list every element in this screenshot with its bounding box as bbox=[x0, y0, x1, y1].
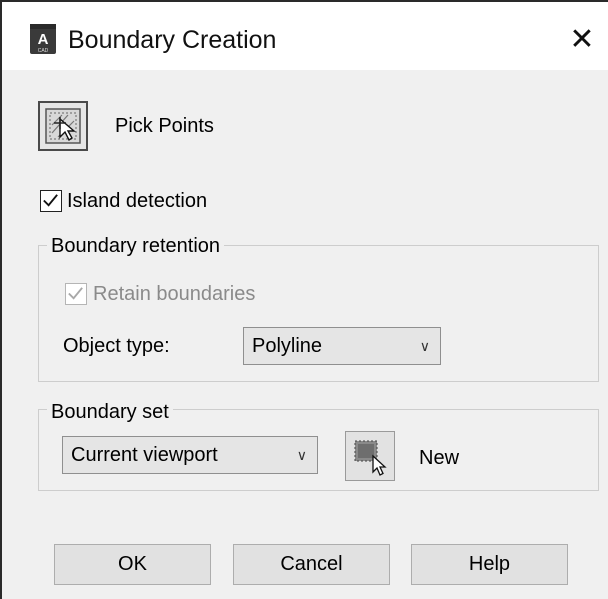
close-icon[interactable]: ✕ bbox=[569, 23, 594, 56]
close-button[interactable]: ✕ bbox=[562, 20, 602, 60]
new-label: New bbox=[419, 447, 460, 469]
object-type-value: Polyline bbox=[252, 335, 323, 357]
boundary-set-title: Boundary set bbox=[47, 399, 173, 425]
island-detection-label[interactable]: Island detection bbox=[67, 188, 207, 214]
pick-points-icon bbox=[45, 108, 81, 144]
boundary-retention-title: Boundary retention bbox=[47, 233, 225, 259]
object-type-select[interactable]: Polyline ∨ bbox=[243, 327, 441, 365]
boundary-set-select[interactable]: Current viewport ∨ bbox=[62, 436, 318, 474]
svg-text:CAD: CAD bbox=[38, 48, 49, 54]
island-detection-checkbox[interactable] bbox=[40, 190, 62, 212]
autocad-icon: A CAD bbox=[30, 24, 56, 54]
checkmark-icon bbox=[43, 194, 58, 207]
pick-points-label: Pick Points bbox=[115, 115, 214, 137]
object-type-label: Object type: bbox=[63, 335, 170, 357]
checkmark-icon bbox=[68, 287, 83, 300]
help-button[interactable]: Help bbox=[411, 544, 568, 585]
ok-button[interactable]: OK bbox=[54, 544, 211, 585]
new-boundary-set-button[interactable] bbox=[345, 431, 395, 481]
retain-boundaries-label: Retain boundaries bbox=[93, 283, 256, 305]
svg-text:A: A bbox=[38, 31, 49, 48]
chevron-down-icon: ∨ bbox=[419, 338, 430, 354]
pick-points-button[interactable] bbox=[38, 101, 88, 151]
window-title: Boundary Creation bbox=[68, 26, 277, 54]
boundary-set-value: Current viewport bbox=[71, 444, 218, 466]
retain-boundaries-checkbox[interactable] bbox=[65, 283, 87, 305]
chevron-down-icon: ∨ bbox=[296, 447, 307, 463]
select-objects-icon bbox=[354, 440, 387, 476]
cancel-button[interactable]: Cancel bbox=[233, 544, 390, 585]
